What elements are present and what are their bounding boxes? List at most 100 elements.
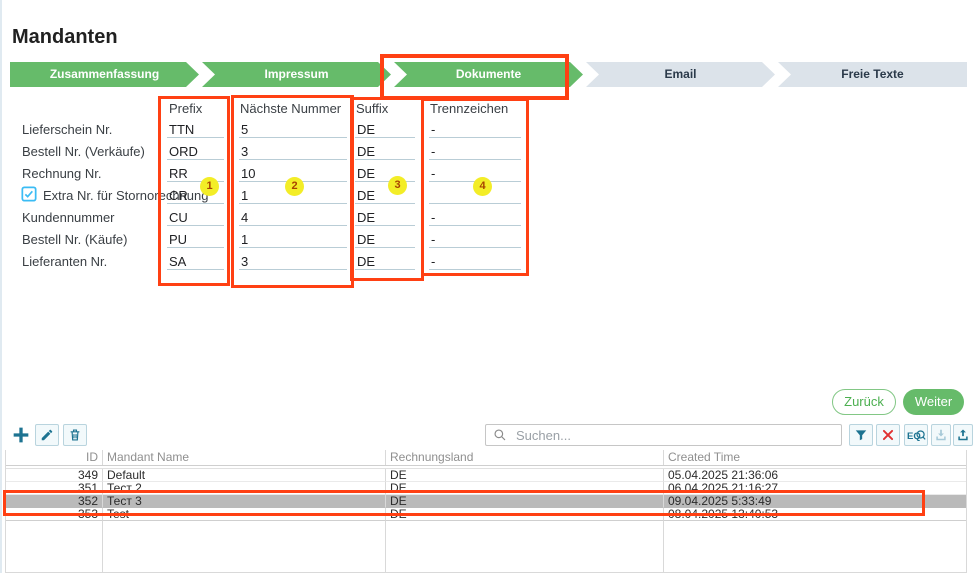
- column-header-rechnungsland[interactable]: Rechnungsland: [386, 450, 664, 465]
- cell-name: Тест 3: [103, 495, 386, 508]
- prefix-input[interactable]: TTN: [167, 119, 224, 138]
- search-icon: [493, 428, 507, 442]
- step-label: Zusammenfassung: [50, 67, 159, 81]
- wizard-step-email[interactable]: Email: [586, 62, 775, 87]
- pencil-icon: [40, 428, 54, 442]
- table-row-selected[interactable]: 352 Тест 3 DE 09.04.2025 5:33:49: [6, 495, 966, 508]
- annotation-badge-3: 3: [388, 176, 407, 195]
- column-header-mandant-name[interactable]: Mandant Name: [103, 450, 386, 465]
- next-button[interactable]: Weiter: [903, 389, 964, 415]
- clear-x-icon: [881, 428, 895, 442]
- form-column-header-naechste-nummer: Nächste Nummer: [240, 101, 341, 116]
- cell-id: 353: [6, 508, 103, 521]
- cell-name: Тест 2: [103, 482, 386, 495]
- annotation-badge-2: 2: [285, 177, 304, 196]
- download-icon: [934, 428, 948, 442]
- prefix-input[interactable]: ORD: [167, 141, 224, 160]
- prefix-input[interactable]: CU: [167, 207, 224, 226]
- search-box: [485, 424, 842, 446]
- form-column-header-trennzeichen: Trennzeichen: [430, 101, 508, 116]
- form-column-header-prefix: Prefix: [169, 101, 202, 116]
- search-input[interactable]: [514, 427, 818, 444]
- cell-land: DE: [386, 508, 664, 521]
- edit-button[interactable]: [35, 424, 59, 446]
- cell-land: DE: [386, 469, 664, 482]
- table-empty-area: [6, 521, 966, 572]
- filter-button[interactable]: [849, 424, 873, 446]
- cell-created: 05.04.2025 21:36:06: [664, 469, 966, 482]
- form-row: Bestell Nr. (Verkäufe) ORD 3 DE -: [2, 141, 562, 161]
- cell-land: DE: [386, 495, 664, 508]
- back-button[interactable]: Zurück: [832, 389, 896, 415]
- prefix-input[interactable]: PU: [167, 229, 224, 248]
- column-header-id[interactable]: ID: [6, 450, 103, 465]
- cell-land: DE: [386, 482, 664, 495]
- suffix-input[interactable]: DE: [355, 207, 415, 226]
- row-label: Rechnung Nr.: [22, 166, 102, 181]
- wizard-step-dokumente[interactable]: Dokumente: [394, 62, 583, 87]
- cell-name: Default: [103, 469, 386, 482]
- suffix-input[interactable]: DE: [355, 119, 415, 138]
- advanced-search-button[interactable]: EQ: [904, 424, 928, 446]
- export-button[interactable]: [953, 424, 973, 446]
- separator-input[interactable]: -: [429, 229, 521, 248]
- cell-id: 351: [6, 482, 103, 495]
- table-header: ID Mandant Name Rechnungsland Created Ti…: [6, 450, 966, 466]
- next-number-input[interactable]: 3: [239, 141, 347, 160]
- cell-created: 08.04.2025 13:40:53: [664, 508, 966, 521]
- suffix-input[interactable]: DE: [355, 141, 415, 160]
- step-label: Freie Texte: [841, 67, 903, 81]
- separator-input[interactable]: -: [429, 119, 521, 138]
- cell-name: Test: [103, 508, 386, 521]
- suffix-input[interactable]: DE: [355, 229, 415, 248]
- cell-created: 09.04.2025 5:33:49: [664, 495, 966, 508]
- step-label: Dokumente: [456, 67, 521, 81]
- clear-filter-button[interactable]: [876, 424, 900, 446]
- row-label: Bestell Nr. (Käufe): [22, 232, 128, 247]
- table-row[interactable]: 351 Тест 2 DE 06.04.2025 21:16:27: [6, 482, 966, 495]
- separator-input[interactable]: -: [429, 141, 521, 160]
- suffix-input[interactable]: DE: [355, 163, 415, 182]
- next-number-input[interactable]: 3: [239, 251, 347, 270]
- annotation-badge-1: 1: [200, 177, 219, 196]
- next-number-input[interactable]: 1: [239, 229, 347, 248]
- next-number-input[interactable]: 4: [239, 207, 347, 226]
- table-row[interactable]: 349 Default DE 05.04.2025 21:36:06: [6, 469, 966, 482]
- wizard-steps: Zusammenfassung Impressum Dokumente Emai…: [10, 62, 967, 87]
- cell-id: 349: [6, 469, 103, 482]
- row-label: Bestell Nr. (Verkäufe): [22, 144, 145, 159]
- annotation-badge-4: 4: [473, 177, 492, 196]
- step-label: Email: [664, 67, 696, 81]
- add-button[interactable]: [10, 424, 32, 446]
- wizard-step-impressum[interactable]: Impressum: [202, 62, 391, 87]
- cell-created: 06.04.2025 21:16:27: [664, 482, 966, 495]
- table-body: 349 Default DE 05.04.2025 21:36:06 351 Т…: [6, 468, 966, 572]
- mandanten-table: ID Mandant Name Rechnungsland Created Ti…: [5, 450, 967, 573]
- column-header-created-time[interactable]: Created Time: [664, 450, 966, 465]
- separator-input[interactable]: -: [429, 251, 521, 270]
- suffix-input[interactable]: DE: [355, 251, 415, 270]
- form-column-header-suffix: Suffix: [356, 101, 388, 116]
- import-button[interactable]: [931, 424, 951, 446]
- form-row: Kundennummer CU 4 DE -: [2, 207, 562, 227]
- wizard-step-freie-texte[interactable]: Freie Texte: [778, 62, 967, 87]
- eq-search-icon: EQ: [907, 428, 926, 443]
- form-row: Lieferschein Nr. TTN 5 DE -: [2, 119, 562, 139]
- trash-icon: [68, 428, 82, 442]
- table-row[interactable]: 353 Test DE 08.04.2025 13:40:53: [6, 508, 966, 521]
- delete-button[interactable]: [63, 424, 87, 446]
- step-label: Impressum: [264, 67, 328, 81]
- cell-id: 352: [6, 495, 103, 508]
- form-row: Lieferanten Nr. SA 3 DE -: [2, 251, 562, 271]
- upload-icon: [956, 428, 970, 442]
- next-number-input[interactable]: 5: [239, 119, 347, 138]
- separator-input[interactable]: -: [429, 207, 521, 226]
- row-label: Lieferanten Nr.: [22, 254, 107, 269]
- filter-icon: [854, 428, 868, 442]
- page-title: Mandanten: [12, 26, 118, 49]
- form-row: Bestell Nr. (Käufe) PU 1 DE -: [2, 229, 562, 249]
- storno-checkbox[interactable]: [21, 186, 37, 202]
- wizard-step-zusammenfassung[interactable]: Zusammenfassung: [10, 62, 199, 87]
- row-label: Kundennummer: [22, 210, 115, 225]
- prefix-input[interactable]: SA: [167, 251, 224, 270]
